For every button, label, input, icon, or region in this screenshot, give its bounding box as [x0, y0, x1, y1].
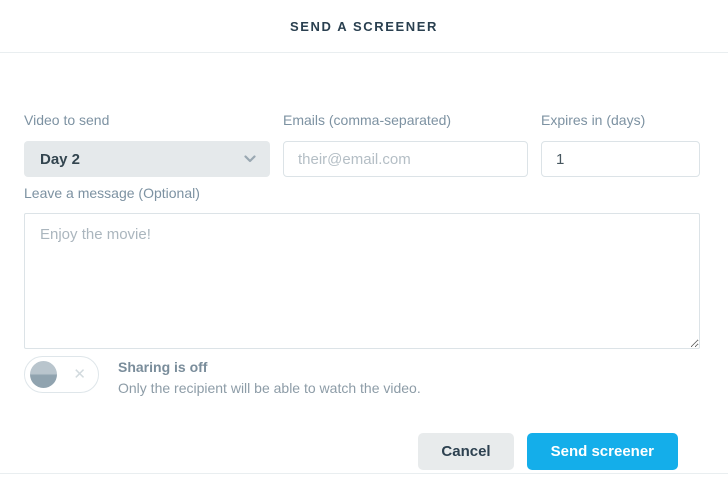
- sharing-row: ✕ Sharing is off Only the recipient will…: [24, 356, 700, 396]
- x-icon: ✕: [73, 366, 86, 383]
- modal-title: SEND A SCREENER: [289, 18, 438, 34]
- message-field-label: Leave a message (Optional): [24, 185, 200, 201]
- sharing-text: Sharing is off Only the recipient will b…: [118, 356, 421, 396]
- cancel-button[interactable]: Cancel: [418, 433, 514, 470]
- chevron-down-icon: [244, 155, 256, 163]
- send-screener-modal: SEND A SCREENER Video to send Day 2 Emai…: [0, 0, 728, 484]
- expires-field-label: Expires in (days): [541, 112, 646, 128]
- modal-body: Video to send Day 2 Emails (comma-separa…: [0, 53, 728, 470]
- video-select[interactable]: Day 2: [24, 141, 270, 177]
- bottom-divider: [0, 473, 728, 474]
- expires-input[interactable]: [541, 141, 700, 177]
- modal-footer: Cancel Send screener: [24, 433, 700, 470]
- sharing-toggle[interactable]: ✕: [24, 356, 99, 393]
- emails-field-label: Emails (comma-separated): [283, 112, 452, 128]
- video-field-label: Video to send: [24, 112, 110, 128]
- video-select-value: Day 2: [40, 150, 81, 168]
- expires-field-group: Expires in (days): [541, 112, 700, 177]
- message-textarea[interactable]: [24, 213, 700, 349]
- video-field-group: Video to send Day 2: [24, 112, 270, 177]
- emails-field-group: Emails (comma-separated): [283, 112, 528, 177]
- toggle-knob: [30, 361, 57, 388]
- emails-input[interactable]: [283, 141, 528, 177]
- send-screener-button[interactable]: Send screener: [526, 433, 678, 470]
- field-row: Video to send Day 2 Emails (comma-separa…: [24, 112, 700, 177]
- sharing-status-title: Sharing is off: [118, 359, 208, 375]
- modal-header: SEND A SCREENER: [0, 0, 728, 53]
- sharing-status-description: Only the recipient will be able to watch…: [118, 380, 421, 396]
